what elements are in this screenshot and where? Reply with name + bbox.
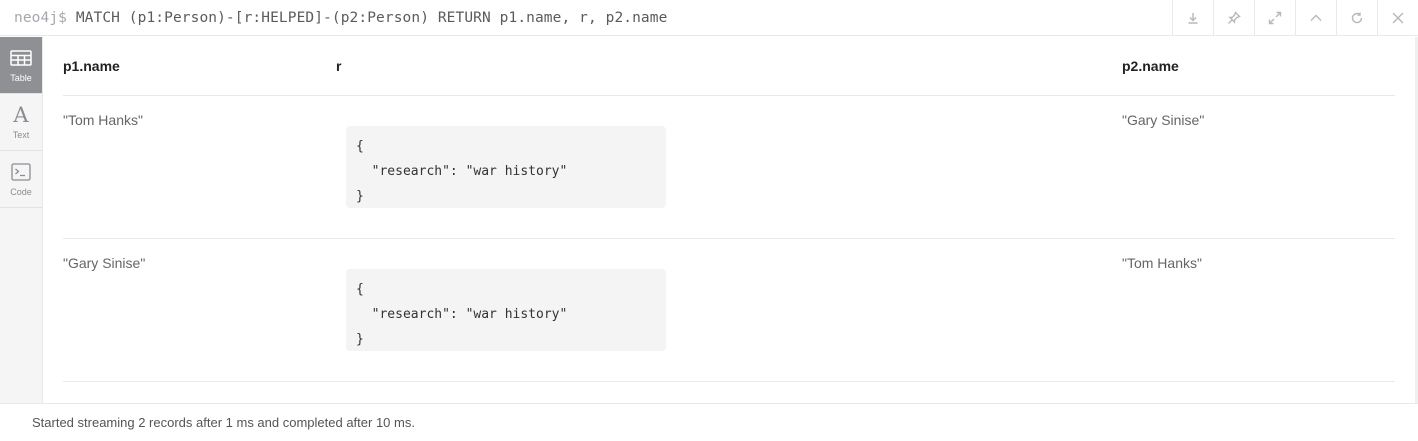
tab-table-label: Table <box>10 73 32 83</box>
query-text[interactable]: neo4j$ MATCH (p1:Person)-[r:HELPED]-(p2:… <box>14 0 667 36</box>
json-open-brace: { <box>356 139 364 154</box>
expand-icon <box>1268 11 1282 25</box>
pin-button[interactable] <box>1213 0 1254 36</box>
json-property: "research": "war history" <box>356 307 568 322</box>
tab-table[interactable]: Table <box>0 37 42 94</box>
json-close-brace: } <box>356 189 364 204</box>
tab-text-label: Text <box>12 130 30 140</box>
table-header: p1.name r p2.name <box>63 37 1395 96</box>
fullscreen-button[interactable] <box>1254 0 1295 36</box>
cell-p2-name: "Gary Sinise" <box>1122 112 1205 128</box>
table-row: "Tom Hanks" { "research": "war history"}… <box>63 96 1395 239</box>
table-icon <box>10 47 32 69</box>
close-icon <box>1392 12 1404 24</box>
close-button[interactable] <box>1377 0 1418 36</box>
result-table: p1.name r p2.name "Tom Hanks" { "researc… <box>63 37 1395 382</box>
column-header-p2-name: p2.name <box>1122 58 1179 74</box>
pin-icon <box>1228 11 1241 24</box>
result-frame: neo4j$ MATCH (p1:Person)-[r:HELPED]-(p2:… <box>0 0 1418 441</box>
cell-p2-name: "Tom Hanks" <box>1122 255 1202 271</box>
tab-code-label: Code <box>10 187 32 197</box>
rerun-icon <box>1351 12 1363 24</box>
rerun-button[interactable] <box>1336 0 1377 36</box>
json-close-brace: } <box>356 332 364 347</box>
query-prompt: neo4j$ <box>14 10 67 26</box>
query-cypher: MATCH (p1:Person)-[r:HELPED]-(p2:Person)… <box>75 10 668 26</box>
status-message: Started streaming 2 records after 1 ms a… <box>32 415 415 430</box>
code-icon <box>11 161 31 183</box>
collapse-button[interactable] <box>1295 0 1336 36</box>
table-row: "Gary Sinise" { "research": "war history… <box>63 239 1395 382</box>
tab-text[interactable]: A Text <box>0 94 42 151</box>
status-bar: Started streaming 2 records after 1 ms a… <box>0 403 1418 441</box>
text-icon: A <box>13 103 29 127</box>
download-button[interactable] <box>1172 0 1213 36</box>
frame-actions <box>1172 0 1418 36</box>
cell-p1-name: "Gary Sinise" <box>63 255 146 271</box>
tab-code[interactable]: Code <box>0 151 42 208</box>
cell-p1-name: "Tom Hanks" <box>63 112 143 128</box>
download-icon <box>1188 13 1198 24</box>
cell-r-json: { "research": "war history"} <box>346 269 666 351</box>
collapse-icon <box>1310 14 1322 21</box>
json-property: "research": "war history" <box>356 164 568 179</box>
json-open-brace: { <box>356 282 364 297</box>
column-header-r: r <box>336 58 342 74</box>
column-header-p1-name: p1.name <box>63 58 120 74</box>
cell-r-json: { "research": "war history"} <box>346 126 666 208</box>
view-sidebar: Table A Text Code <box>0 37 43 403</box>
frame-header: neo4j$ MATCH (p1:Person)-[r:HELPED]-(p2:… <box>0 0 1418 36</box>
